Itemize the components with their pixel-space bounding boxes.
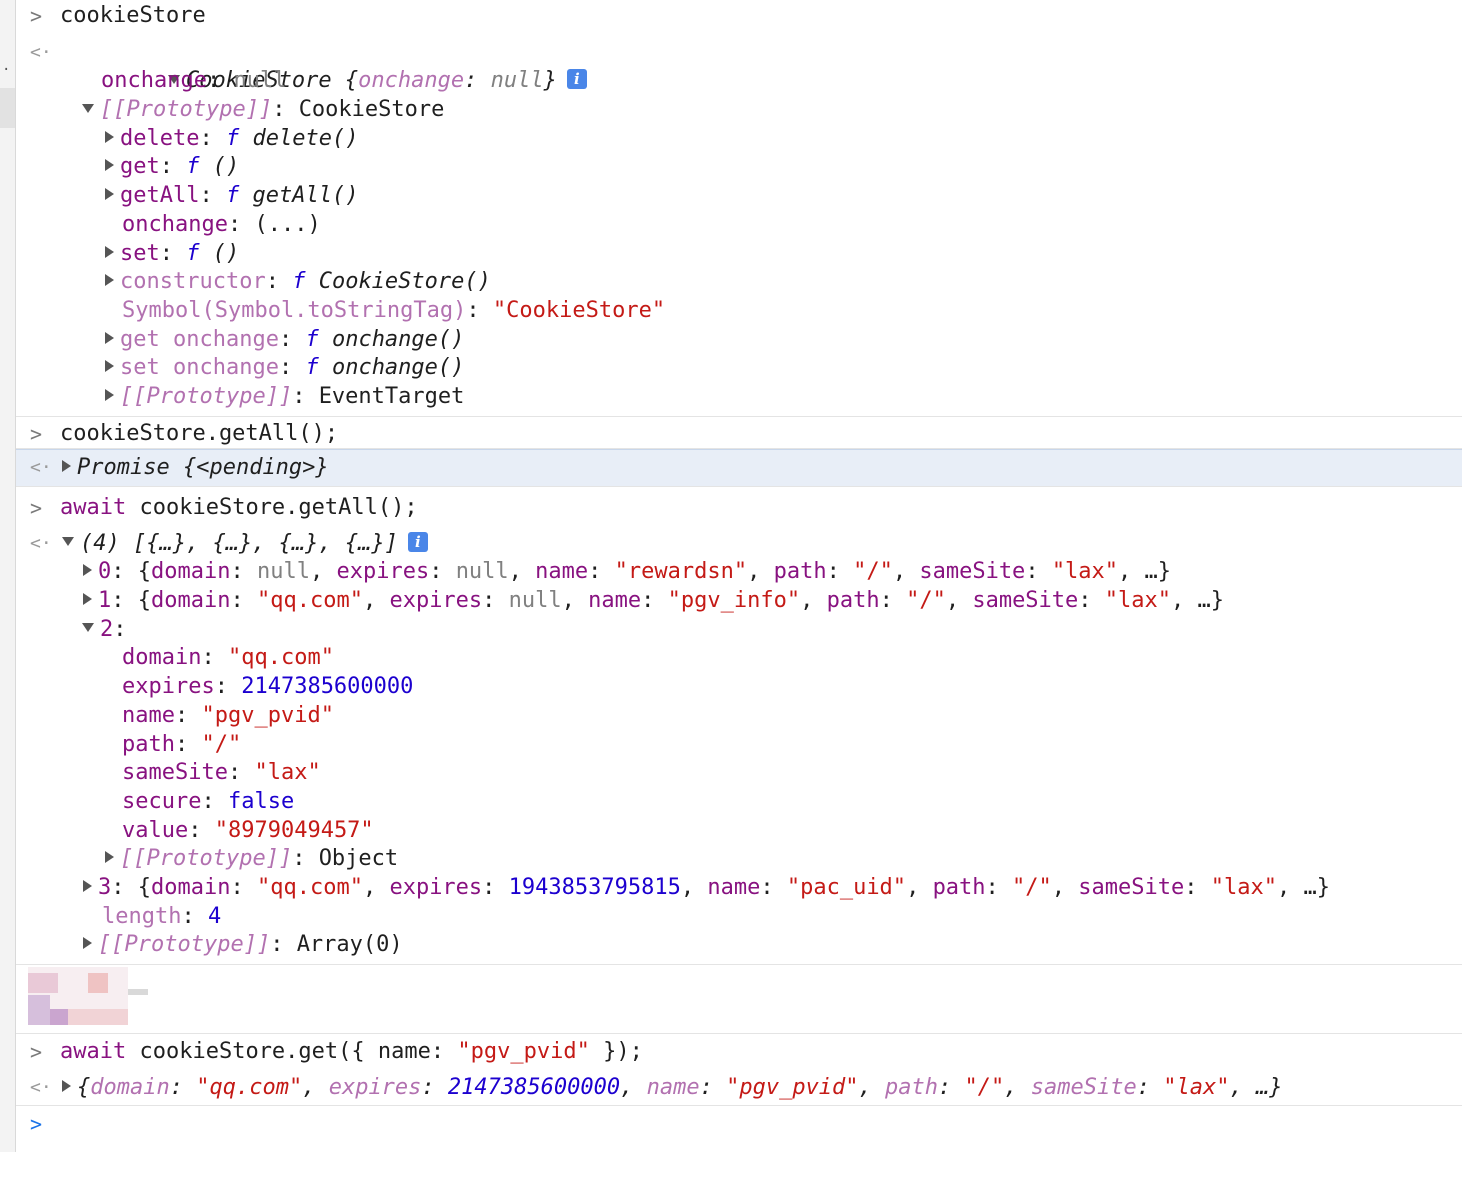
return-icon: <· xyxy=(30,532,52,554)
expand-toggle-icon[interactable] xyxy=(83,879,92,892)
expand-toggle-icon[interactable] xyxy=(105,188,114,201)
expand-toggle-icon[interactable] xyxy=(105,388,114,401)
prompt-icon: > xyxy=(30,496,43,520)
expand-toggle-icon[interactable] xyxy=(105,360,114,373)
result-line[interactable]: <· {domain: "qq.com", expires: 214738560… xyxy=(16,1074,1462,1103)
prop-prototype[interactable]: [[Prototype]]: CookieStore xyxy=(16,96,1462,125)
input-text[interactable]: cookieStore xyxy=(60,2,206,31)
member-symbol: Symbol(Symbol.toStringTag): "CookieStore… xyxy=(122,297,666,323)
expand-toggle-icon[interactable] xyxy=(83,564,92,577)
input-text[interactable]: cookieStore.getAll(); xyxy=(60,420,338,449)
info-icon[interactable]: i xyxy=(407,531,428,552)
expand-toggle-icon[interactable] xyxy=(105,851,114,864)
item2-name: name: "pgv_pvid" xyxy=(122,702,334,728)
item2-domain: domain: "qq.com" xyxy=(122,645,334,671)
expand-toggle-icon[interactable] xyxy=(105,245,114,258)
array-item-0[interactable]: 0: {domain: null, expires: null, name: "… xyxy=(16,558,1462,587)
expand-toggle-icon[interactable] xyxy=(105,130,114,143)
member-prototype[interactable]: [[Prototype]]: EventTarget xyxy=(16,383,1462,412)
gutter-mark: . xyxy=(2,58,11,74)
member-getall[interactable]: getAll: f getAll() xyxy=(16,182,1462,211)
prompt-icon: > xyxy=(30,1040,43,1064)
console-entry-await-get: > await cookieStore.get({ name: "pgv_pvi… xyxy=(16,1034,1462,1107)
expand-toggle-icon[interactable] xyxy=(83,593,92,606)
member-set-onchange[interactable]: set onchange: f onchange() xyxy=(16,354,1462,383)
expand-toggle-icon[interactable] xyxy=(83,937,92,950)
expand-toggle-icon[interactable] xyxy=(105,331,114,344)
result-line: <· (4) [{…}, {…}, {…}, {…}] i xyxy=(16,530,1462,559)
redacted-area xyxy=(16,965,1462,1034)
item2-secure: secure: false xyxy=(122,788,295,814)
member-constructor[interactable]: constructor: f CookieStore() xyxy=(16,268,1462,297)
console-log[interactable]: > cookieStore <· CookieStore {onchange: … xyxy=(16,0,1462,1139)
member-set[interactable]: set: f () xyxy=(16,240,1462,269)
input-line: > cookieStore xyxy=(16,2,1462,31)
array-prototype[interactable]: [[Prototype]]: Array(0) xyxy=(16,931,1462,960)
console-entry-await-getall: > await cookieStore.getAll(); <· (4) [{…… xyxy=(16,487,1462,965)
member-delete[interactable]: delete: f delete() xyxy=(16,125,1462,154)
input-text[interactable]: await cookieStore.get({ name: "pgv_pvid"… xyxy=(60,1038,643,1067)
array-item-2[interactable]: 2: xyxy=(16,616,1462,645)
member-onchange[interactable]: onchange: (...) xyxy=(16,211,1462,240)
expand-toggle-icon[interactable] xyxy=(105,274,114,287)
item2-value: value: "8979049457" xyxy=(122,817,374,843)
input-line: > await cookieStore.get({ name: "pgv_pvi… xyxy=(16,1038,1462,1067)
item2-prototype[interactable]: [[Prototype]]: Object xyxy=(16,845,1462,874)
console-entry-cookiestore: > cookieStore <· CookieStore {onchange: … xyxy=(16,0,1462,417)
array-length: length: 4 xyxy=(102,903,222,929)
prompt-caret-icon: > xyxy=(30,1112,43,1137)
console-prompt[interactable]: > xyxy=(16,1110,1462,1139)
input-line: > await cookieStore.getAll(); xyxy=(16,494,1462,523)
return-icon: <· xyxy=(30,1076,52,1098)
collapse-toggle-icon[interactable] xyxy=(82,103,94,113)
collapse-toggle-icon[interactable] xyxy=(82,623,94,633)
prop-onchange: onchange: null xyxy=(101,68,287,94)
console-entry-getall: > cookieStore.getAll(); xyxy=(16,417,1462,450)
prompt-icon: > xyxy=(30,4,43,28)
member-get-onchange[interactable]: get onchange: f onchange() xyxy=(16,326,1462,355)
array-item-1[interactable]: 1: {domain: "qq.com", expires: null, nam… xyxy=(16,587,1462,616)
collapse-toggle-icon[interactable] xyxy=(62,537,74,547)
result-line: <· Promise {<pending>} xyxy=(16,454,1462,483)
prompt-icon: > xyxy=(30,421,43,446)
gutter-selection xyxy=(0,88,15,128)
item2-samesite: sameSite: "lax" xyxy=(122,760,321,786)
return-icon: <· xyxy=(30,41,52,63)
return-icon: <· xyxy=(30,457,52,479)
left-gutter: . xyxy=(0,0,16,1152)
result-line: <· CookieStore {onchange: null} i xyxy=(16,39,1462,93)
expand-toggle-icon[interactable] xyxy=(62,460,71,473)
item2-expires: expires: 2147385600000 xyxy=(122,674,414,700)
member-get[interactable]: get: f () xyxy=(16,153,1462,182)
array-item-3[interactable]: 3: {domain: "qq.com", expires: 194385379… xyxy=(16,874,1462,903)
item2-path: path: "/" xyxy=(122,731,242,757)
input-text[interactable]: await cookieStore.getAll(); xyxy=(60,494,418,523)
console-entry-promise[interactable]: <· Promise {<pending>} xyxy=(16,449,1462,487)
expand-toggle-icon[interactable] xyxy=(62,1079,71,1092)
expand-toggle-icon[interactable] xyxy=(105,159,114,172)
input-line: > cookieStore.getAll(); xyxy=(16,420,1462,449)
